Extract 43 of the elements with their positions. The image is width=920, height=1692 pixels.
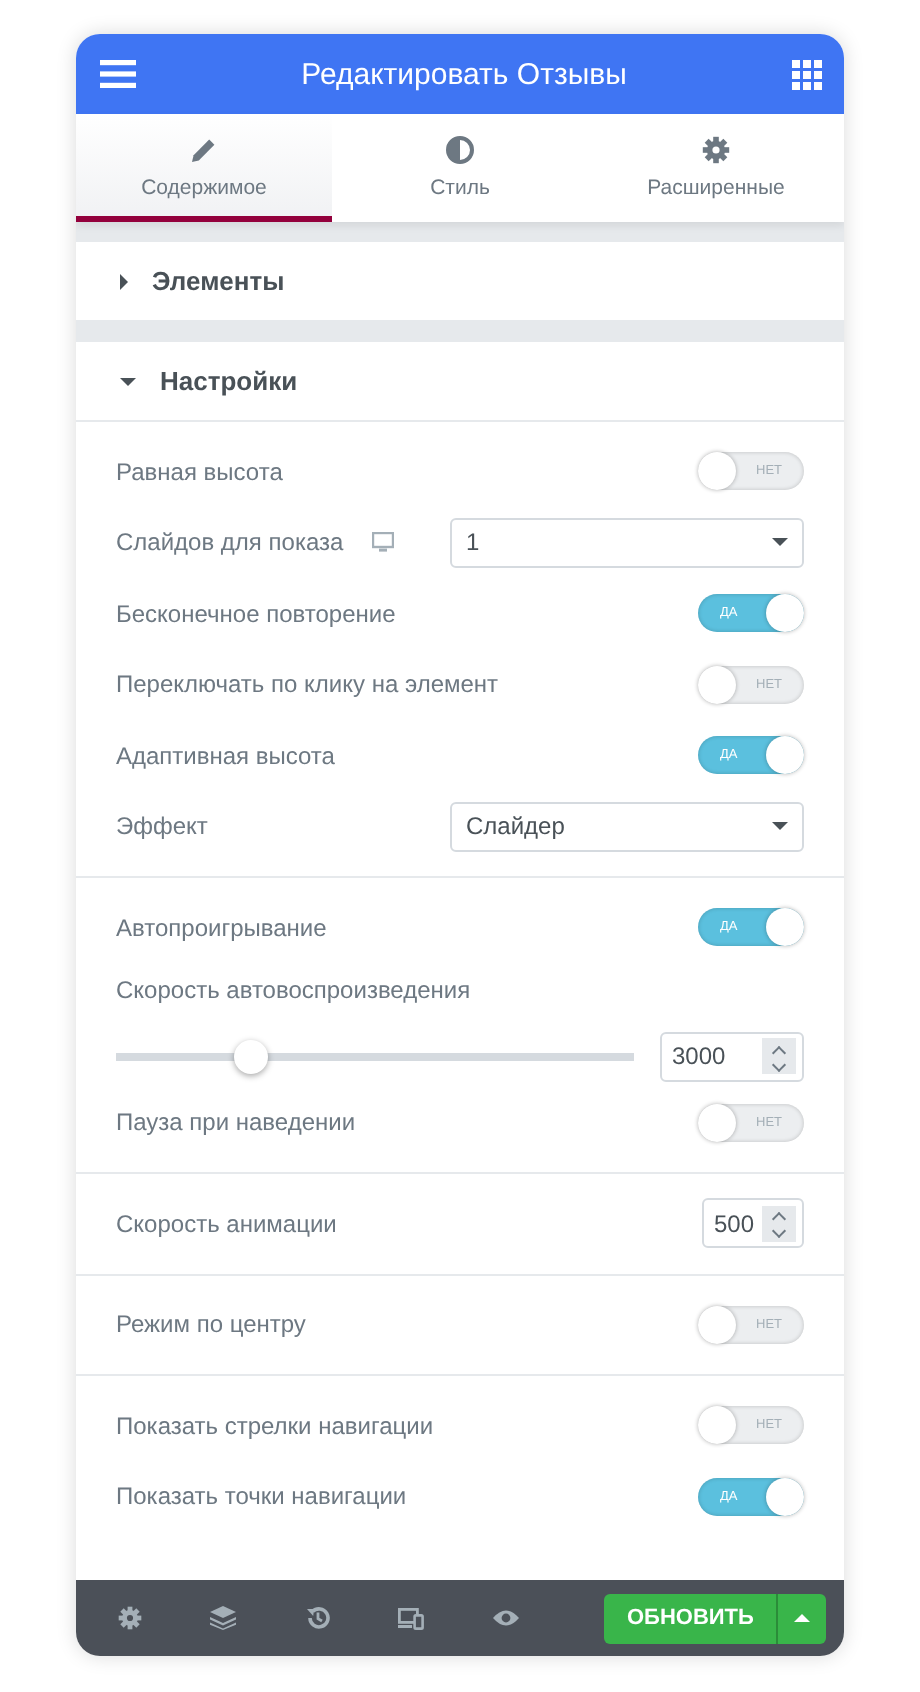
contrast-icon — [446, 136, 474, 164]
update-button[interactable]: ОБНОВИТЬ — [604, 1593, 776, 1643]
control-label: Переключать по клику на элемент — [116, 670, 499, 699]
control-label: Режим по центру — [116, 1310, 306, 1339]
caret-icon — [120, 273, 128, 289]
select-field[interactable]: 1 — [450, 517, 804, 568]
devices-icon[interactable] — [397, 1607, 424, 1629]
tab[interactable]: Расширенные — [588, 114, 844, 222]
layers-icon[interactable] — [210, 1606, 237, 1630]
control-label: Скорость анимации — [116, 1209, 337, 1238]
settings-icon[interactable] — [118, 1606, 142, 1630]
control-label: Слайдов для показа — [116, 528, 344, 557]
control-label: Автопроигрывание — [116, 913, 327, 942]
control-label: Показать стрелки навигации — [116, 1411, 434, 1440]
tab-label: Стиль — [430, 176, 490, 200]
tab[interactable]: Стиль — [332, 114, 588, 222]
tab-label: Содержимое — [141, 176, 267, 200]
control-label: Пауза при наведении — [116, 1108, 356, 1137]
control-label: Равная высота — [116, 457, 283, 486]
grid-icon[interactable] — [791, 59, 822, 89]
select-field[interactable]: Слайдер — [450, 801, 804, 852]
panel-title: Редактировать Отзывы — [301, 57, 627, 91]
monitor-icon[interactable] — [371, 532, 394, 553]
eye-icon[interactable] — [492, 1608, 521, 1628]
control-label: Бесконечное повторение — [116, 599, 396, 628]
control-label: Адаптивная высота — [116, 741, 335, 770]
spinner-icon[interactable] — [762, 1038, 796, 1074]
caret-icon — [120, 377, 136, 385]
menu-icon[interactable] — [100, 60, 136, 88]
control-label: Показать точки навигации — [116, 1482, 407, 1511]
number-field[interactable]: 3000 — [660, 1031, 804, 1081]
slider-thumb[interactable] — [234, 1039, 269, 1073]
section-header[interactable]: Настройки — [76, 342, 844, 422]
history-icon[interactable] — [305, 1606, 330, 1630]
number-field[interactable]: 500 — [701, 1198, 804, 1249]
tab-label: Расширенные — [647, 176, 785, 200]
control-label: Эффект — [116, 812, 208, 841]
pencil-icon — [190, 136, 218, 164]
gear-icon — [702, 136, 730, 164]
spinner-icon[interactable] — [762, 1205, 796, 1242]
control-label: Скорость автовоспроизведения — [116, 975, 471, 1003]
tab[interactable]: Содержимое — [76, 114, 332, 222]
options-button[interactable] — [775, 1593, 826, 1643]
